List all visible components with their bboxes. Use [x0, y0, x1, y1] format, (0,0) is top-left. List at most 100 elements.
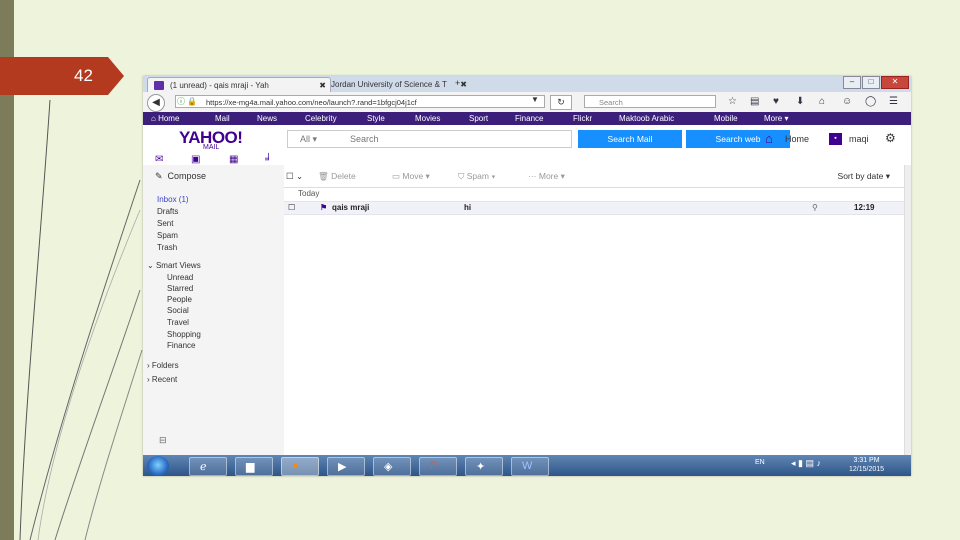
nav-flickr[interactable]: Flickr [573, 112, 592, 125]
tray-icons[interactable]: ◂ ▮ ▤ ♪ [791, 458, 821, 469]
url-dropdown-icon[interactable]: ▼ [531, 95, 539, 104]
pocket-icon[interactable]: ♥ [773, 96, 779, 107]
taskbar-clock[interactable]: 3:31 PM 12/15/2015 [849, 456, 884, 474]
url-field[interactable]: https://xe-mg4a.mail.yahoo.com/neo/launc… [175, 95, 545, 108]
smart-view-social[interactable]: Social [167, 306, 189, 315]
nav-home[interactable]: ⌂ Home [151, 112, 179, 125]
nav-sport[interactable]: Sport [469, 112, 488, 125]
search-mail-button[interactable]: Search Mail [578, 130, 682, 148]
nav-style[interactable]: Style [367, 112, 385, 125]
browser-tab-bar: (1 unread) - qais mraji - Yah ✖ Jordan U… [143, 76, 911, 93]
smart-view-travel[interactable]: Travel [167, 318, 189, 327]
mail-search-input[interactable]: All ▾ Search [287, 130, 572, 148]
smart-view-unread[interactable]: Unread [167, 273, 193, 282]
folder-trash[interactable]: Trash [157, 243, 177, 252]
new-tab-button[interactable]: + [455, 78, 460, 88]
nav-more[interactable]: More ▾ [764, 112, 788, 125]
folder-drafts[interactable]: Drafts [157, 207, 178, 216]
message-list-pane: ☐ ⌄ 🗑 Delete ▭ Move ▾ ⛉ Spam ▾ ··· More … [284, 165, 904, 455]
language-indicator[interactable]: EN [755, 459, 765, 466]
gear-icon[interactable]: ⚙ [885, 131, 896, 145]
app-switcher: ✉ ▣ ▦ ╛ [151, 154, 281, 165]
minimize-button[interactable]: – [843, 76, 861, 89]
nav-celebrity[interactable]: Celebrity [305, 112, 337, 125]
more-button[interactable]: ··· More ▾ [528, 171, 565, 182]
nav-mobile[interactable]: Mobile [714, 112, 738, 125]
search-web-button[interactable]: Search web [686, 130, 790, 148]
sync-icon[interactable]: ☺ [842, 96, 852, 107]
browser-search-input[interactable]: Search [584, 95, 716, 108]
yahoo-logo-sub: MAIL [203, 144, 220, 151]
home-icon[interactable]: ⌂ [765, 131, 773, 146]
clock-date: 12/15/2015 [849, 466, 885, 473]
contacts-icon[interactable]: ▣ [191, 154, 200, 165]
back-arrow-icon[interactable]: ◀ [147, 94, 165, 112]
smart-view-finance[interactable]: Finance [167, 341, 195, 350]
taskbar-media[interactable]: ▶ [327, 457, 365, 476]
reading-list-icon[interactable]: ▤ [750, 96, 759, 107]
scrollbar[interactable] [904, 165, 911, 455]
spam-button[interactable]: ⛉ Spam ▾ [458, 171, 495, 182]
user-name[interactable]: maqi [849, 134, 869, 144]
mail-sidebar: ✎ Compose Inbox (1) Drafts Sent Spam Tra… [143, 165, 284, 455]
nav-mail[interactable]: Mail [215, 112, 230, 125]
move-button[interactable]: ▭ Move ▾ [392, 171, 430, 182]
avatar[interactable]: ▪ [829, 133, 842, 145]
recent-header[interactable]: › Recent [147, 375, 177, 384]
nav-news[interactable]: News [257, 112, 277, 125]
nav-maktoob[interactable]: Maktoob Arabic [619, 112, 674, 125]
sort-dropdown[interactable]: Sort by date ▾ [838, 171, 890, 182]
yahoo-mail-favicon [154, 81, 164, 90]
refresh-icon[interactable]: ◯ [865, 96, 876, 107]
maximize-button[interactable]: □ [862, 76, 880, 89]
delete-button[interactable]: 🗑 Delete [318, 171, 356, 182]
reload-icon[interactable]: ↻ [550, 95, 572, 110]
taskbar-firefox[interactable]: ● [281, 457, 319, 476]
home-icon[interactable]: ⌂ [819, 96, 825, 107]
star-icon[interactable]: ☆ [728, 96, 737, 107]
taskbar-powerpoint[interactable]: P [419, 457, 457, 476]
taskbar-ie[interactable]: ℯ [189, 457, 227, 476]
app-icon: ◈ [384, 461, 393, 473]
download-icon[interactable]: ⬇ [796, 96, 804, 107]
window-close-button[interactable]: ✕ [881, 76, 909, 89]
folders-header[interactable]: › Folders [147, 361, 179, 370]
nav-finance[interactable]: Finance [515, 112, 543, 125]
tab-jordan-university[interactable]: Jordan University of Science & T ✖ [309, 77, 471, 92]
tab-yahoo-mail[interactable]: (1 unread) - qais mraji - Yah ✖ [147, 77, 331, 93]
clock-time: 3:31 PM [853, 457, 880, 464]
windows-taskbar: ℯ ▆ ● ▶ ◈ P ✦ W EN ◂ ▮ ▤ ♪ 3:31 PM 12/15… [143, 455, 911, 476]
window-controls: – □ ✕ [843, 76, 909, 89]
home-link[interactable]: Home [785, 134, 809, 144]
collapse-icon[interactable]: ⊟ [159, 435, 167, 446]
row-checkbox[interactable]: ☐ [288, 203, 295, 212]
nav-movies[interactable]: Movies [415, 112, 440, 125]
calendar-icon[interactable]: ▦ [229, 154, 238, 165]
flag-icon[interactable]: ⚑ [320, 203, 327, 212]
start-button[interactable] [147, 456, 169, 476]
search-scope-dropdown[interactable]: All ▾ [300, 131, 317, 147]
screenshot: (1 unread) - qais mraji - Yah ✖ Jordan U… [143, 76, 911, 476]
taskbar-explorer[interactable]: ▆ [235, 457, 273, 476]
smart-view-starred[interactable]: Starred [167, 284, 193, 293]
search-placeholder: Search [599, 98, 623, 107]
select-all-checkbox[interactable]: ☐ ⌄ [286, 171, 303, 182]
close-icon[interactable]: ✖ [460, 77, 467, 92]
smart-view-people[interactable]: People [167, 295, 192, 304]
mail-icon[interactable]: ✉ [155, 154, 163, 165]
notepad-icon[interactable]: ╛ [265, 154, 272, 165]
lock-icon: ⓘ 🔒 [177, 97, 198, 106]
taskbar-word[interactable]: W [511, 457, 549, 476]
smart-views-header[interactable]: ⌄ Smart Views [147, 261, 201, 270]
taskbar-app[interactable]: ◈ [373, 457, 411, 476]
taskbar-app2[interactable]: ✦ [465, 457, 503, 476]
smart-view-shopping[interactable]: Shopping [167, 330, 201, 339]
folder-sent[interactable]: Sent [157, 219, 173, 228]
message-time: 12:19 [854, 203, 875, 212]
folder-inbox[interactable]: Inbox (1) [157, 195, 189, 204]
folder-spam[interactable]: Spam [157, 231, 178, 240]
compose-button[interactable]: ✎ Compose [155, 171, 206, 182]
table-row[interactable]: ☐ ⚑ qais mraji hi ⚲ 12:19 [284, 201, 904, 215]
menu-icon[interactable]: ☰ [889, 96, 898, 107]
yahoo-mail-header: YAHOO! MAIL All ▾ Search Search Mail Sea… [143, 125, 911, 165]
